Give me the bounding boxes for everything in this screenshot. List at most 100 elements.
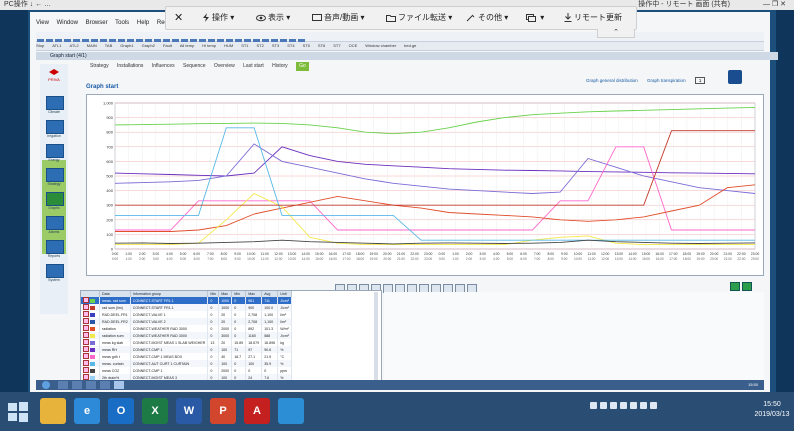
tab-strategy[interactable]: Strategy — [90, 63, 109, 69]
row-checkbox[interactable] — [83, 325, 89, 331]
tab-influences[interactable]: Influences — [152, 63, 175, 69]
table-row[interactable]: meas gdh t CONNECT-CMP 1 MEAS BOX 0 40 18.7 2… — [81, 353, 292, 360]
excel-export-icon[interactable] — [730, 282, 740, 291]
quick-link-20[interactable]: bed.ge — [404, 43, 416, 48]
remote-close-button[interactable]: ✕ — [174, 7, 183, 29]
tray-battery-icon[interactable] — [620, 402, 627, 409]
sidebar-item-reports[interactable] — [46, 240, 64, 254]
quick-link-13[interactable]: ST3 — [272, 43, 279, 48]
quick-link-10[interactable]: HUM — [224, 43, 233, 48]
quick-link-17[interactable]: ST7 — [333, 43, 340, 48]
sidebar-item-system[interactable] — [46, 264, 64, 278]
remote-menu-windows[interactable]: ▾ — [526, 7, 544, 29]
row-checkbox[interactable] — [83, 346, 89, 352]
quick-link-6[interactable]: Graph2 — [142, 43, 155, 48]
table-row[interactable]: rad sum (lim) CONNECT-START FR1.1 0 1000 0 90… — [81, 304, 292, 311]
row-checkbox[interactable] — [83, 332, 89, 338]
row-checkbox[interactable] — [83, 353, 89, 359]
tray-flag-icon[interactable] — [630, 402, 637, 409]
row-checkbox[interactable] — [83, 304, 89, 310]
table-scrollbar[interactable] — [374, 292, 378, 382]
table-view-icon[interactable] — [742, 282, 752, 291]
table-row[interactable]: RAD.DEEL.FR2 CONNECT-VALVE 2 0 20 0 2,708 1,10… — [81, 318, 292, 325]
menu-window[interactable]: Window — [57, 20, 78, 26]
row-checkbox[interactable] — [83, 339, 89, 345]
tab-overview[interactable]: Overview — [214, 63, 235, 69]
tray-arrow-icon[interactable] — [590, 402, 597, 409]
quick-link-8[interactable]: All temp — [180, 43, 194, 48]
windows-start-icon[interactable] — [6, 400, 30, 424]
quick-link-19[interactable]: Window chamber — [365, 43, 396, 48]
remote-task-app-4[interactable] — [100, 381, 110, 389]
table-row[interactable]: radiation CONNECT-WEATHER RAD 3000 0 2000 0 8… — [81, 325, 292, 332]
quick-link-7[interactable]: Fault — [163, 43, 172, 48]
remote-menu-view[interactable]: 表示 ▾ — [256, 7, 290, 29]
table-row[interactable]: meas kg slab CONNECT-MOIST MEAS 1 SLAB WE… — [81, 339, 292, 346]
sidebar-item-graphs[interactable] — [46, 192, 64, 206]
word-icon[interactable]: W — [176, 398, 202, 424]
sidebar-item-irrigation[interactable] — [46, 120, 64, 134]
tray-network-icon[interactable] — [600, 402, 607, 409]
quick-link-4[interactable]: TAB — [105, 43, 112, 48]
tray-keyboard-icon[interactable] — [650, 402, 657, 409]
tab-history[interactable]: History — [272, 63, 288, 69]
table-row[interactable]: RAD.DEEL.FR1 CONNECT-VALVE 1 0 20 0 2,708 1,10… — [81, 311, 292, 318]
powerpoint-icon[interactable]: P — [210, 398, 236, 424]
quick-link-3[interactable]: MAIN — [87, 43, 97, 48]
remote-task-app-3[interactable] — [86, 381, 96, 389]
menu-view[interactable]: View — [36, 20, 49, 26]
file-explorer-icon[interactable] — [40, 398, 66, 424]
table-row[interactable]: meas. rad sum CONNECT-START FR1.1 0 1000 0 96… — [81, 297, 292, 304]
remote-menu-other[interactable]: その他 ▾ — [466, 7, 508, 29]
home-icon[interactable] — [728, 70, 742, 84]
sidebar-item-strategy[interactable] — [46, 168, 64, 182]
period-select[interactable]: 1 — [694, 77, 706, 84]
remote-app-icon[interactable] — [278, 398, 304, 424]
tab-last-start[interactable]: Last start — [243, 63, 264, 69]
internet-explorer-icon[interactable]: e — [74, 398, 100, 424]
outlook-icon[interactable]: O — [108, 398, 134, 424]
window-controls[interactable]: — ❐ ✕ — [763, 0, 786, 10]
tab-sequence[interactable]: Sequence — [183, 63, 206, 69]
link-graph-general-distribution[interactable]: Graph general distribution — [586, 78, 638, 83]
remote-update-button[interactable]: リモート更新 — [564, 7, 622, 29]
row-checkbox[interactable] — [83, 318, 89, 324]
excel-icon[interactable]: X — [142, 398, 168, 424]
row-checkbox[interactable] — [83, 367, 89, 373]
link-graph-transpiration[interactable]: Graph transpiration — [647, 78, 686, 83]
remote-task-app-5[interactable] — [114, 381, 124, 389]
remote-task-app-1[interactable] — [58, 381, 68, 389]
remote-start-button[interactable] — [42, 381, 50, 389]
collapse-toolbar-button[interactable]: ⌃ — [597, 29, 635, 38]
tray-volume-icon[interactable] — [610, 402, 617, 409]
menu-help[interactable]: Help — [137, 20, 149, 26]
table-row[interactable]: meas RH CONNECT-CMP 1 0 100 71 97 90.6% — [81, 346, 292, 353]
sidebar-item-climate[interactable] — [46, 96, 64, 110]
remote-menu-audio-video[interactable]: 音声/動画 ▾ — [312, 7, 364, 29]
quick-link-14[interactable]: ST4 — [287, 43, 294, 48]
row-checkbox[interactable] — [83, 311, 89, 317]
quick-link-1[interactable]: ATL1 — [52, 43, 61, 48]
go-button[interactable]: Go — [296, 62, 309, 71]
taskbar-clock[interactable]: 15:50 2019/03/13 — [752, 400, 792, 420]
sidebar-item-energy[interactable] — [46, 144, 64, 158]
acrobat-icon[interactable]: A — [244, 398, 270, 424]
quick-link-5[interactable]: Graph1 — [120, 43, 133, 48]
quick-link-18[interactable]: OCE — [349, 43, 358, 48]
table-row[interactable]: radiation sum CONNECT-WEATHER RAD 3000 0 30… — [81, 332, 292, 339]
menu-tools[interactable]: Tools — [115, 20, 129, 26]
row-checkbox[interactable] — [83, 360, 89, 366]
quick-link-0[interactable]: Stop — [36, 43, 44, 48]
table-row[interactable]: meas. curtain CONNECT-AUT CURT 1 CURTAIN 0… — [81, 360, 292, 367]
tab-installations[interactable]: Installations — [117, 63, 143, 69]
tray-ime-icon[interactable] — [640, 402, 647, 409]
sidebar-item-alarms[interactable] — [46, 216, 64, 230]
quick-link-11[interactable]: ST1 — [241, 43, 248, 48]
remote-menu-file-transfer[interactable]: ファイル転送 ▾ — [386, 7, 452, 29]
menu-browser[interactable]: Browser — [86, 20, 108, 26]
quick-link-12[interactable]: ST2 — [257, 43, 264, 48]
quick-link-2[interactable]: ATL2 — [70, 43, 79, 48]
quick-link-16[interactable]: ST6 — [318, 43, 325, 48]
remote-menu-operate[interactable]: 操作 ▾ — [202, 7, 234, 29]
quick-link-15[interactable]: ST5 — [303, 43, 310, 48]
